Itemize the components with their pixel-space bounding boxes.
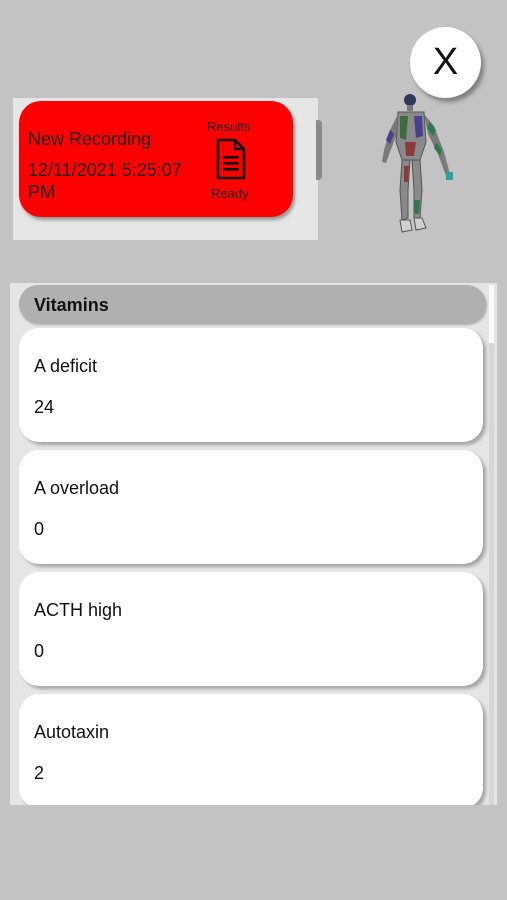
- item-name: Autotaxin: [34, 722, 110, 742]
- recording-card[interactable]: New Recording 12/11/2021 5:25:07 PM Resu…: [19, 101, 293, 217]
- item-value: 24: [34, 397, 55, 417]
- results-list-panel[interactable]: Vitamins A deficit 24 A overload 0 ACTH …: [10, 283, 497, 805]
- list-item[interactable]: ACTH high 0: [19, 572, 483, 686]
- section-title: Vitamins: [34, 295, 109, 315]
- results-label: Results: [207, 119, 251, 134]
- document-icon[interactable]: [216, 138, 246, 180]
- item-name: A deficit: [34, 356, 98, 376]
- section-header[interactable]: Vitamins: [19, 285, 486, 323]
- item-value: 2: [34, 763, 45, 783]
- status-label: Ready: [211, 186, 249, 201]
- recording-datetime: 12/11/2021 5:25:07 PM: [28, 160, 182, 202]
- recording-card-edge: [316, 120, 322, 180]
- scrollbar[interactable]: [489, 285, 494, 805]
- list-item[interactable]: A overload 0: [19, 450, 483, 564]
- item-value: 0: [34, 641, 45, 661]
- item-name: A overload: [34, 478, 120, 498]
- human-body-model-icon[interactable]: [378, 90, 460, 242]
- item-name: ACTH high: [34, 600, 123, 620]
- recording-title: New Recording: [28, 129, 152, 149]
- scrollbar-thumb[interactable]: [489, 285, 494, 343]
- list-item[interactable]: A deficit 24: [19, 328, 483, 442]
- close-button[interactable]: X: [410, 27, 481, 98]
- list-item[interactable]: Autotaxin 2: [19, 694, 483, 805]
- item-value: 0: [34, 519, 45, 539]
